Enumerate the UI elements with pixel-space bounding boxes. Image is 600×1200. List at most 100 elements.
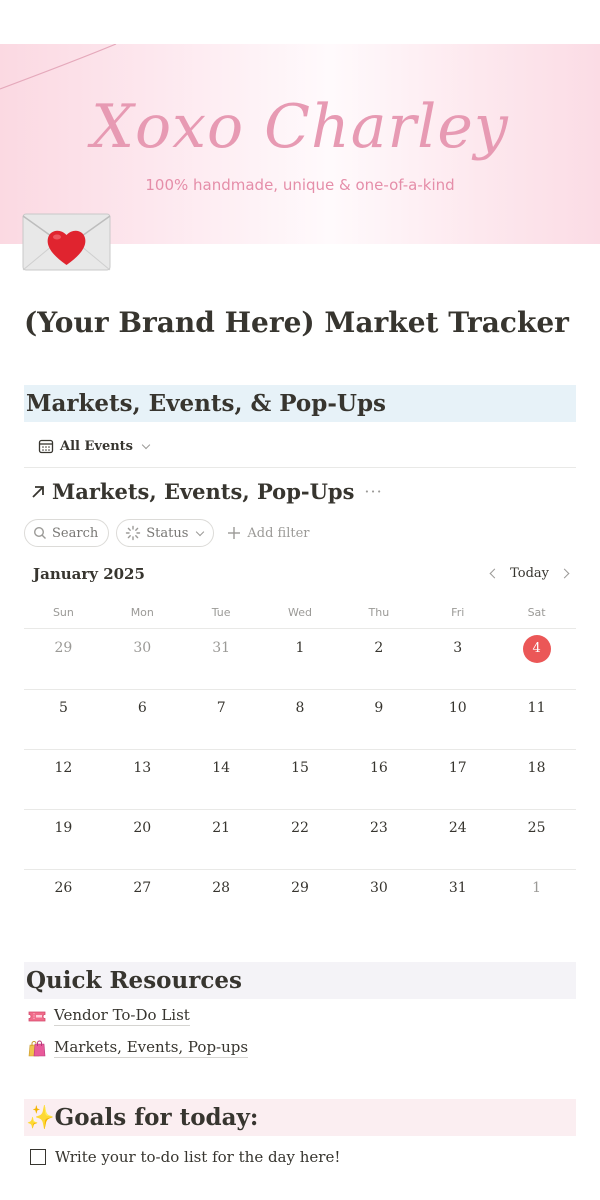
- calendar-day-cell[interactable]: 11: [497, 690, 576, 749]
- day-number: 6: [137, 700, 147, 716]
- resource-link-label: Vendor To-Do List: [54, 1006, 190, 1026]
- day-number: 26: [54, 880, 73, 896]
- day-number: 7: [216, 700, 226, 716]
- calendar-day-cell[interactable]: 1: [261, 630, 340, 689]
- section-heading-quick-resources: Quick Resources: [24, 962, 576, 999]
- day-number: 19: [54, 820, 73, 836]
- page-title: (Your Brand Here) Market Tracker: [24, 306, 569, 339]
- calendar-day-cell[interactable]: 30: [339, 870, 418, 930]
- calendar-day-cell[interactable]: 26: [24, 870, 103, 930]
- status-filter-button[interactable]: Status: [116, 519, 215, 547]
- calendar-week: 29 30 31 1 2 3 4: [24, 630, 576, 690]
- calendar-day-cell[interactable]: 30: [103, 630, 182, 689]
- weekday-label: Wed: [288, 606, 312, 619]
- calendar-day-cell[interactable]: 22: [261, 810, 340, 869]
- day-number: 29: [291, 880, 309, 896]
- weekday-label: Fri: [451, 606, 465, 619]
- calendar-day-cell[interactable]: 13: [103, 750, 182, 809]
- todo-checkbox[interactable]: [30, 1149, 46, 1165]
- day-number: 27: [133, 880, 152, 896]
- calendar-day-cell[interactable]: 1: [497, 870, 576, 930]
- calendar-day-cell[interactable]: 19: [24, 810, 103, 869]
- calendar-day-cell[interactable]: 29: [24, 630, 103, 689]
- search-icon: [33, 526, 46, 539]
- calendar-day-cell[interactable]: 18: [497, 750, 576, 809]
- chevron-left-icon[interactable]: [489, 568, 500, 579]
- section-heading-goals: ✨Goals for today:: [24, 1099, 576, 1136]
- day-number: 8: [295, 700, 305, 716]
- calendar-day-cell[interactable]: 24: [418, 810, 497, 869]
- calendar-day-cell[interactable]: 23: [339, 810, 418, 869]
- day-number: 21: [212, 820, 231, 836]
- day-number: 11: [527, 700, 546, 716]
- chevron-down-icon: [196, 527, 205, 536]
- today-button[interactable]: Today: [510, 566, 549, 581]
- calendar-day-cell[interactable]: 9: [339, 690, 418, 749]
- view-tab-label: All Events: [60, 438, 133, 454]
- calendar-weekday-row: Sun Mon Tue Wed Thu Fri Sat: [24, 600, 576, 629]
- day-number: 3: [453, 640, 463, 656]
- search-filter-button[interactable]: Search: [24, 519, 110, 547]
- calendar-day-cell[interactable]: 16: [339, 750, 418, 809]
- calendar-day-cell[interactable]: 31: [418, 870, 497, 930]
- cover-brand-title: Xoxo Charley: [91, 92, 509, 162]
- todo-item: Write your to-do list for the day here!: [30, 1148, 340, 1166]
- calendar-day-cell[interactable]: 5: [24, 690, 103, 749]
- calendar-week: 26 27 28 29 30 31 1: [24, 870, 576, 930]
- database-title[interactable]: Markets, Events, Pop-Ups ···: [30, 479, 383, 504]
- calendar-day-cell[interactable]: 31: [182, 630, 261, 689]
- calendar-day-cell-today[interactable]: 4: [497, 630, 576, 689]
- calendar-day-cell[interactable]: 8: [261, 690, 340, 749]
- plus-icon: [228, 527, 241, 539]
- day-number: 22: [291, 820, 309, 836]
- calendar-day-cell[interactable]: 25: [497, 810, 576, 869]
- day-number: 5: [58, 700, 68, 716]
- calendar-day-cell[interactable]: 17: [418, 750, 497, 809]
- calendar-day-cell[interactable]: 20: [103, 810, 182, 869]
- day-number: 20: [133, 820, 152, 836]
- day-number: 30: [369, 880, 388, 896]
- database-title-text: Markets, Events, Pop-Ups: [52, 479, 355, 504]
- day-number: 28: [212, 880, 231, 896]
- add-filter-button[interactable]: Add filter: [227, 525, 310, 541]
- day-number: 24: [448, 820, 467, 836]
- resource-link-markets[interactable]: Markets, Events, Pop-ups: [28, 1038, 249, 1058]
- todo-text[interactable]: Write your to-do list for the day here!: [55, 1148, 340, 1166]
- day-number: 1: [532, 880, 542, 896]
- today-day-badge: 4: [522, 635, 551, 663]
- day-number: 25: [527, 820, 546, 836]
- day-number: 23: [369, 820, 388, 836]
- view-tab-all-events[interactable]: All Events: [38, 438, 151, 454]
- status-filter-label: Status: [146, 525, 189, 541]
- resource-link-vendor-todo[interactable]: Vendor To-Do List: [28, 1006, 190, 1026]
- weekday-label: Sat: [527, 606, 546, 619]
- chevron-right-icon[interactable]: [559, 568, 570, 579]
- calendar-day-cell[interactable]: 3: [418, 630, 497, 689]
- calendar-day-cell[interactable]: 21: [182, 810, 261, 869]
- calendar-week: 19 20 21 22 23 24 25: [24, 810, 576, 870]
- calendar-grid: 29 30 31 1 2 3 4 5 6 7 8 9 10 11 12 13 1…: [24, 630, 576, 930]
- add-filter-label: Add filter: [247, 525, 310, 541]
- day-number: 16: [369, 760, 388, 776]
- search-filter-label: Search: [52, 525, 99, 541]
- calendar-month-label: January 2025: [33, 565, 145, 583]
- calendar-day-cell[interactable]: 7: [182, 690, 261, 749]
- love-letter-icon[interactable]: [22, 213, 111, 271]
- calendar-day-cell[interactable]: 14: [182, 750, 261, 809]
- calendar-day-cell[interactable]: 28: [182, 870, 261, 930]
- day-number: 12: [54, 760, 73, 776]
- calendar-day-cell[interactable]: 27: [103, 870, 182, 930]
- calendar-icon: [38, 439, 54, 454]
- calendar-day-cell[interactable]: 2: [339, 630, 418, 689]
- database-view-bar: All Events: [24, 430, 576, 468]
- day-number: 2: [374, 640, 384, 656]
- day-number: 30: [133, 640, 152, 656]
- weekday-label: Mon: [130, 606, 154, 619]
- calendar-day-cell[interactable]: 15: [261, 750, 340, 809]
- calendar-day-cell[interactable]: 6: [103, 690, 182, 749]
- calendar-day-cell[interactable]: 29: [261, 870, 340, 930]
- more-options-icon[interactable]: ···: [364, 482, 382, 501]
- resource-link-label: Markets, Events, Pop-ups: [54, 1038, 249, 1058]
- calendar-day-cell[interactable]: 10: [418, 690, 497, 749]
- calendar-day-cell[interactable]: 12: [24, 750, 103, 809]
